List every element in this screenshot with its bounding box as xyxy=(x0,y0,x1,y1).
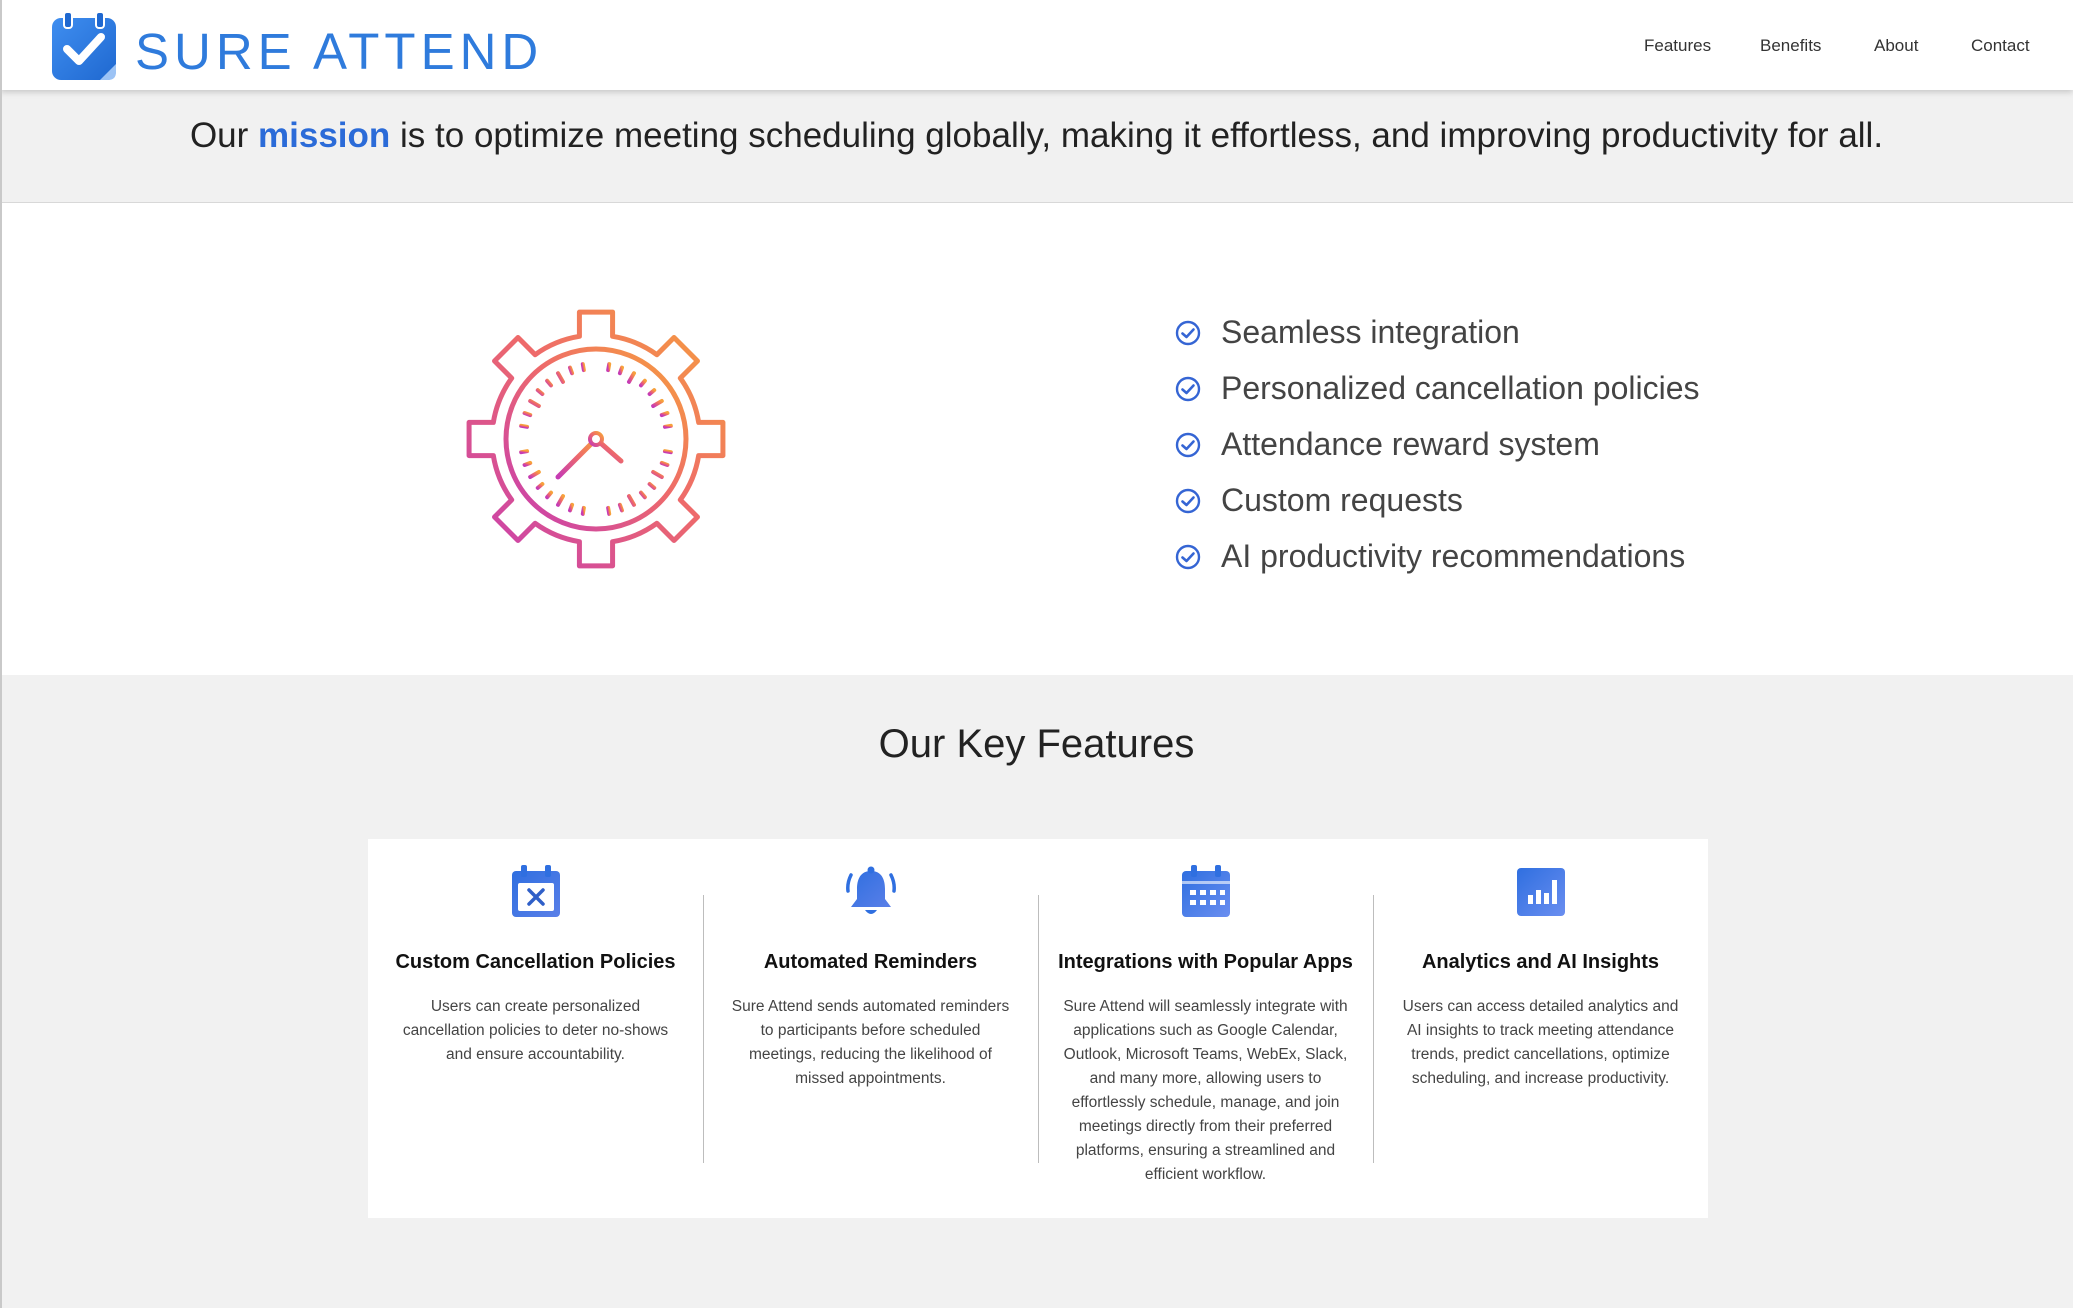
clock-tick xyxy=(606,362,612,373)
brand-name[interactable]: SURE ATTEND xyxy=(135,20,543,84)
clock-tick xyxy=(662,449,673,455)
feature-reminders: Automated Reminders Sure Attend sends au… xyxy=(703,839,1038,1218)
clock-tick xyxy=(647,482,657,490)
feature-analytics: Analytics and AI Insights Users can acce… xyxy=(1373,839,1708,1218)
clock-tick xyxy=(651,470,664,479)
nav-benefits[interactable]: Benefits xyxy=(1760,34,1821,58)
clock-tick xyxy=(519,449,530,455)
feature-text: Sure Attend will seamlessly integrate wi… xyxy=(1063,998,1348,1183)
feature-cancellation: Custom Cancellation Policies Users can c… xyxy=(368,839,703,1218)
clock-tick xyxy=(556,494,565,507)
clock-tick xyxy=(662,423,673,429)
features-card: Custom Cancellation Policies Users can c… xyxy=(368,839,1708,1218)
clock-tick xyxy=(580,362,586,373)
feature-title: Custom Cancellation Policies xyxy=(395,951,676,973)
clock-tick xyxy=(519,423,530,429)
clock-tick xyxy=(545,490,553,500)
checklist-label: AI productivity recommendations xyxy=(1221,538,1686,574)
check-circle-icon xyxy=(1175,544,1201,570)
clock-tick xyxy=(627,494,636,507)
bar-chart-icon xyxy=(1517,868,1565,916)
clock-tick xyxy=(568,365,575,376)
clock-tick xyxy=(556,371,565,384)
site-header: SURE ATTEND Features Benefits About Cont… xyxy=(0,0,2073,90)
feature-text: Users can access detailed analytics and … xyxy=(1402,998,1679,1087)
calendar-check-icon[interactable] xyxy=(50,12,118,82)
clock-tick xyxy=(568,502,575,513)
clock-tick xyxy=(545,378,553,388)
checklist-item: Custom requests xyxy=(1175,472,1700,528)
checklist-item: Seamless integration xyxy=(1175,304,1700,360)
calendar-x-icon xyxy=(512,865,560,917)
feature-integrations: Integrations with Popular Apps Sure Atte… xyxy=(1038,839,1373,1218)
clock-tick xyxy=(580,505,586,516)
calendar-grid-icon xyxy=(1182,865,1230,917)
mission-text: is to optimize meeting scheduling global… xyxy=(400,116,1884,155)
checklist-label: Personalized cancellation policies xyxy=(1221,370,1700,406)
clock-tick xyxy=(659,460,670,467)
check-circle-icon xyxy=(1175,488,1201,514)
checklist-label: Seamless integration xyxy=(1221,314,1520,350)
check-circle-icon xyxy=(1175,320,1201,346)
bell-icon xyxy=(846,866,896,914)
nav-contact[interactable]: Contact xyxy=(1971,34,2030,58)
clock-tick xyxy=(647,388,657,396)
clock-tick xyxy=(659,411,670,418)
benefits-checklist: Seamless integration Personalized cancel… xyxy=(1175,304,1700,584)
clock-tick xyxy=(535,482,545,490)
clock-tick xyxy=(522,411,533,418)
clock-tick xyxy=(651,399,664,408)
clock-tick xyxy=(617,502,624,513)
check-circle-icon xyxy=(1175,376,1201,402)
clock-tick xyxy=(617,365,624,376)
checklist-label: Custom requests xyxy=(1221,482,1463,518)
feature-title: Analytics and AI Insights xyxy=(1421,951,1660,973)
clock-tick xyxy=(639,490,647,500)
feature-title: Automated Reminders xyxy=(763,951,978,973)
features-title: Our Key Features xyxy=(878,722,1195,766)
gear-clock-icon xyxy=(466,309,726,569)
mission-banner: Our mission is to optimize meeting sched… xyxy=(0,90,2073,203)
checklist-label: Attendance reward system xyxy=(1221,426,1600,462)
feature-text: Sure Attend sends automated reminders to… xyxy=(731,998,1010,1087)
feature-text: Users can create personalized cancellati… xyxy=(402,998,669,1063)
checklist-item: Attendance reward system xyxy=(1175,416,1700,472)
clock-tick xyxy=(528,470,541,479)
nav-features[interactable]: Features xyxy=(1644,34,1711,58)
feature-title: Integrations with Popular Apps xyxy=(1058,951,1353,973)
clock-tick xyxy=(528,399,541,408)
hero-section: Seamless integration Personalized cancel… xyxy=(0,203,2073,675)
checklist-item: AI productivity recommendations xyxy=(1175,528,1700,584)
clock-tick xyxy=(606,505,612,516)
window-edge xyxy=(0,0,2,1308)
checklist-item: Personalized cancellation policies xyxy=(1175,360,1700,416)
clock-tick xyxy=(522,460,533,467)
nav-about[interactable]: About xyxy=(1874,34,1918,58)
clock-tick xyxy=(639,378,647,388)
clock-tick xyxy=(627,371,636,384)
mission-highlight: mission xyxy=(258,116,391,155)
mission-prefix: Our xyxy=(189,116,249,155)
clock-tick xyxy=(535,388,545,396)
check-circle-icon xyxy=(1175,432,1201,458)
